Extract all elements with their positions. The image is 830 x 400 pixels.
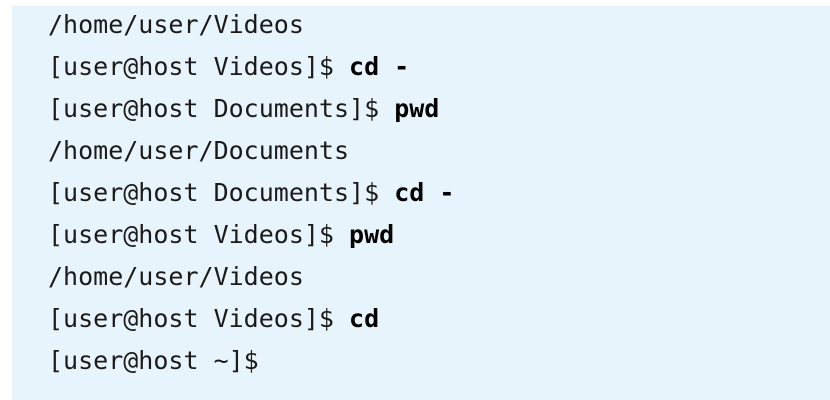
output-line: /home/user/Videos [48, 4, 830, 46]
prompt-line: [user@host ~]$ [48, 340, 830, 382]
command-text: cd - [349, 52, 410, 81]
line-text: /home/user/Videos [48, 262, 304, 291]
command-text: cd [349, 304, 380, 333]
prompt-text: [user@host Documents]$ [48, 94, 395, 123]
prompt-line: [user@host Videos]$ pwd [48, 214, 830, 256]
prompt-text: [user@host ~]$ [48, 346, 259, 375]
terminal-output: /home/user/Videos [user@host Videos]$ cd… [12, 6, 830, 400]
line-text: /home/user/Documents [48, 136, 350, 165]
command-text: cd - [394, 178, 455, 207]
prompt-text: [user@host Videos]$ [48, 52, 350, 81]
prompt-line: [user@host Videos]$ cd [48, 298, 830, 340]
output-line: /home/user/Documents [48, 130, 830, 172]
prompt-text: [user@host Videos]$ [48, 220, 350, 249]
prompt-line: [user@host Documents]$ pwd [48, 88, 830, 130]
prompt-text: [user@host Documents]$ [48, 178, 395, 207]
command-text: pwd [349, 220, 395, 249]
output-line: /home/user/Videos [48, 256, 830, 298]
prompt-text: [user@host Videos]$ [48, 304, 350, 333]
command-text: pwd [394, 94, 440, 123]
prompt-line: [user@host Videos]$ cd - [48, 46, 830, 88]
line-text: /home/user/Videos [48, 10, 304, 39]
prompt-line: [user@host Documents]$ cd - [48, 172, 830, 214]
